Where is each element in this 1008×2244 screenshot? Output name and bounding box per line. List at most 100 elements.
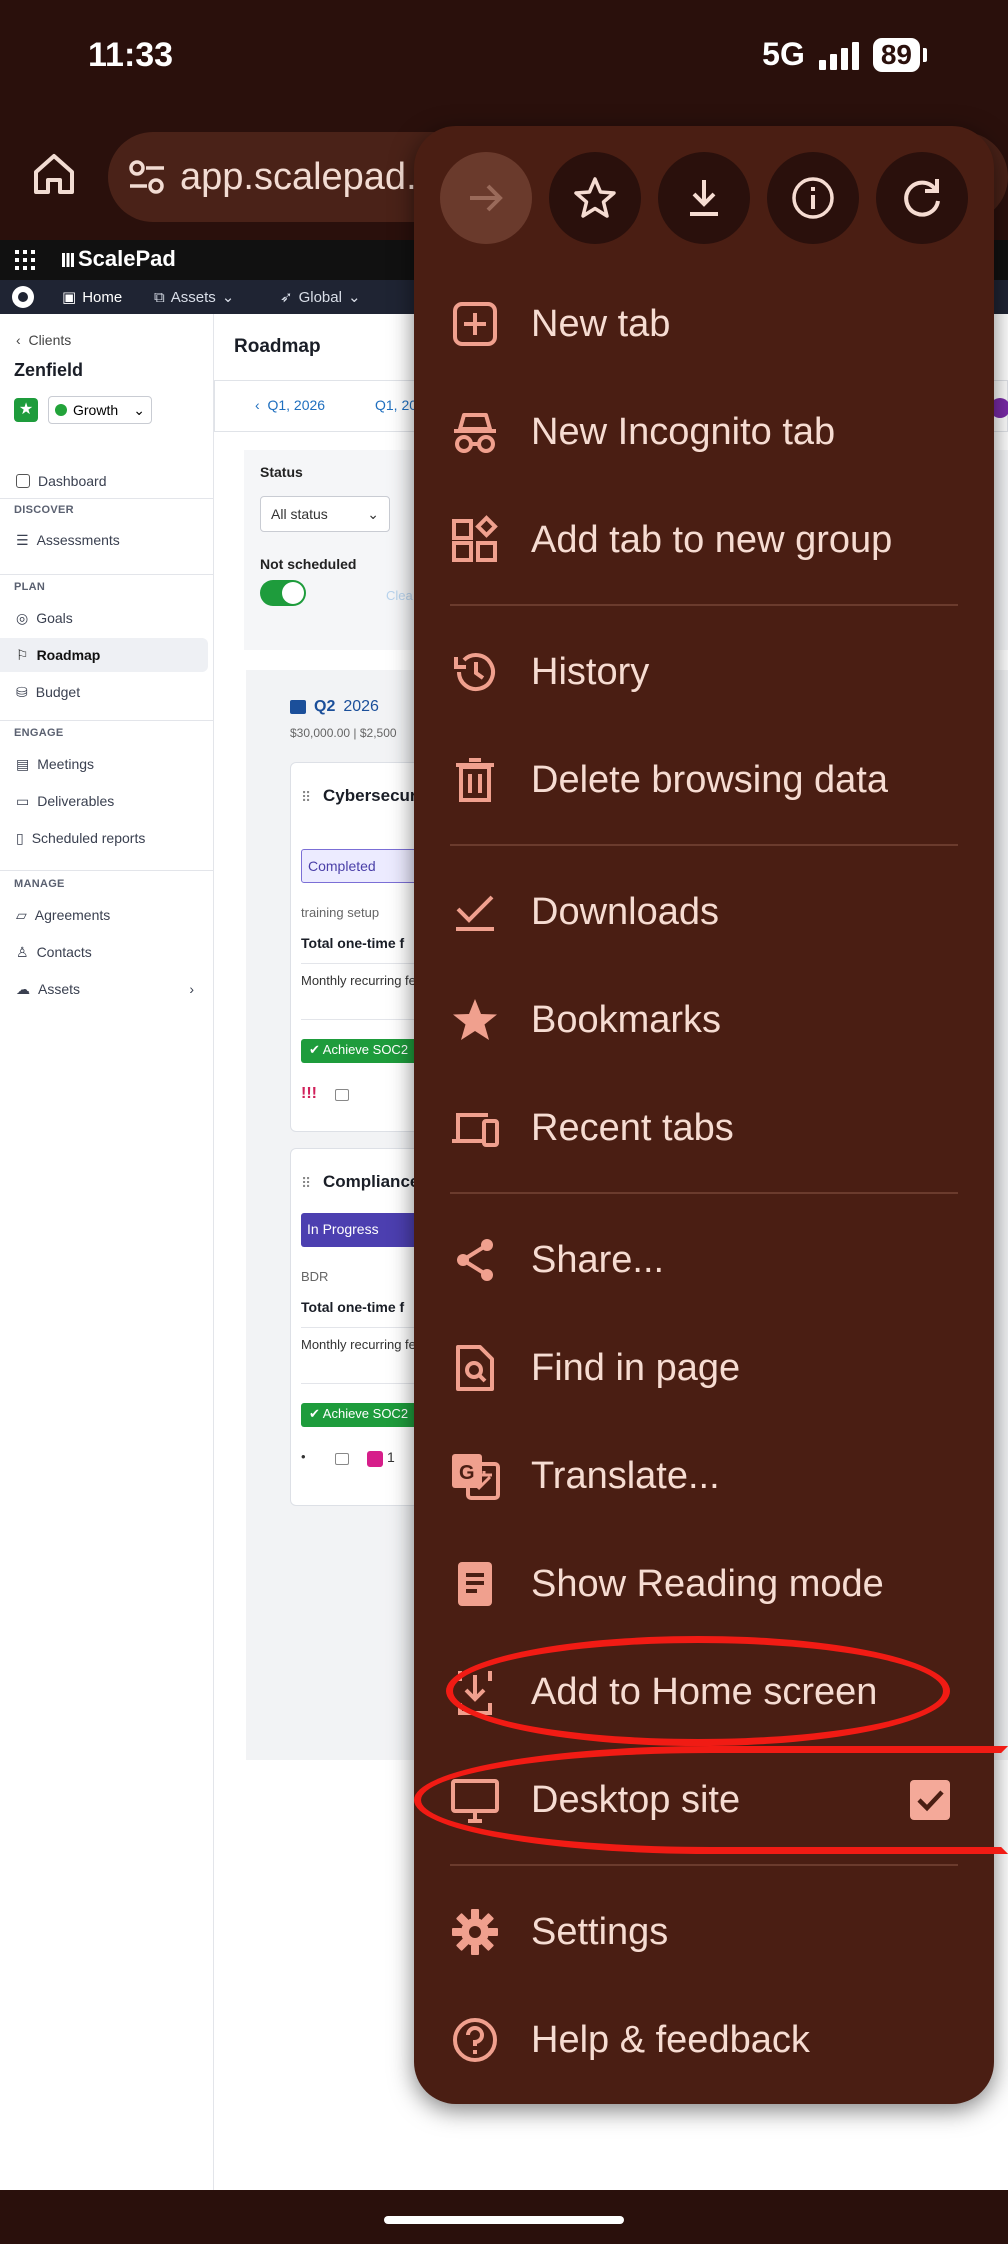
section-discover: DISCOVER bbox=[14, 504, 74, 516]
sidebar-item-assessments[interactable]: ☰ Assessments bbox=[0, 523, 208, 557]
menu-item-help-feedback[interactable]: Help & feedback bbox=[414, 1986, 994, 2094]
menu-item-label: Help & feedback bbox=[531, 2018, 810, 2061]
card-bullet: • bbox=[301, 1449, 306, 1464]
sidebar-item-meetings[interactable]: ▤ Meetings bbox=[0, 747, 208, 781]
back-label: Clients bbox=[28, 332, 72, 348]
nav-home-label: Home bbox=[82, 288, 123, 306]
sidebar-item-label: Assessments bbox=[36, 532, 120, 548]
not-scheduled-toggle[interactable] bbox=[260, 580, 306, 606]
prev-quarter-button[interactable]: ‹ Q1, 2026 bbox=[255, 397, 325, 413]
help-icon bbox=[453, 2018, 497, 2062]
home-gesture-handle[interactable] bbox=[384, 2216, 624, 2224]
status-filter-select[interactable]: All status ⌄ bbox=[260, 496, 390, 532]
app-logo-icon[interactable] bbox=[12, 286, 34, 308]
annotation-ellipse-add-to-home bbox=[446, 1636, 950, 1746]
menu-item-recent-tabs[interactable]: Recent tabs bbox=[414, 1074, 994, 1182]
sidebar-item-label: Assets bbox=[38, 981, 81, 997]
menu-item-delete-browsing-data[interactable]: Delete browsing data bbox=[414, 726, 994, 834]
navigation-bar bbox=[0, 2190, 1008, 2244]
comment-icon[interactable] bbox=[335, 1089, 349, 1101]
annotation-ellipse-desktop-site bbox=[414, 1746, 1008, 1854]
star-icon bbox=[574, 177, 616, 218]
report-icon: ▯ bbox=[16, 829, 24, 846]
info-icon bbox=[792, 177, 834, 219]
share-icon bbox=[457, 1239, 493, 1281]
rocket-icon: ➶ bbox=[280, 289, 293, 306]
forward-button[interactable] bbox=[440, 152, 532, 244]
menu-item-reading-mode[interactable]: Show Reading mode bbox=[414, 1530, 994, 1638]
menu-item-translate[interactable]: G Translate... bbox=[414, 1422, 994, 1530]
sidebar-item-label: Scheduled reports bbox=[31, 830, 146, 846]
menu-divider bbox=[450, 1864, 958, 1866]
drag-handle-icon[interactable]: ⠿ bbox=[301, 1175, 311, 1192]
site-settings-icon[interactable] bbox=[126, 156, 168, 198]
person-icon: ♙ bbox=[16, 943, 29, 960]
history-icon bbox=[454, 653, 495, 692]
sidebar-item-label: Contacts bbox=[36, 944, 92, 960]
divider bbox=[0, 720, 214, 721]
sidebar-item-budget[interactable]: ⛁ Budget bbox=[0, 675, 208, 709]
bookmark-button[interactable] bbox=[549, 152, 641, 244]
sidebar-item-deliverables[interactable]: ▭ Deliverables bbox=[0, 784, 208, 818]
sidebar-item-scheduled-reports[interactable]: ▯ Scheduled reports bbox=[0, 821, 208, 855]
integration-icon[interactable] bbox=[367, 1451, 383, 1467]
menu-item-label: Show Reading mode bbox=[531, 1562, 884, 1605]
battery-indicator: 89 bbox=[872, 37, 928, 72]
nav-home[interactable]: ▣ Home bbox=[62, 288, 123, 307]
menu-divider bbox=[450, 844, 958, 846]
quarter-summary: $30,000.00 | $2,500 bbox=[290, 726, 397, 740]
settings-icon bbox=[452, 1909, 498, 1955]
network-type: 5G bbox=[762, 36, 805, 72]
list-icon: ☰ bbox=[16, 531, 29, 548]
sidebar-item-goals[interactable]: ◎ Goals bbox=[0, 601, 208, 635]
quarter-year: 2026 bbox=[343, 698, 379, 715]
clear-filters-link[interactable]: Clea bbox=[386, 588, 413, 603]
sidebar-item-agreements[interactable]: ▱ Agreements bbox=[0, 898, 208, 932]
downloads-icon bbox=[456, 895, 494, 931]
svg-text:G: G bbox=[459, 1462, 475, 1484]
client-sidebar bbox=[0, 314, 214, 2190]
menu-item-label: New Incognito tab bbox=[531, 410, 836, 453]
nav-assets[interactable]: ⧉ Assets ⌄ bbox=[154, 288, 234, 307]
nav-global[interactable]: ➶ Global ⌄ bbox=[280, 288, 361, 307]
tier-star-icon: ★ bbox=[14, 398, 38, 422]
section-manage: MANAGE bbox=[14, 878, 65, 890]
comment-icon[interactable] bbox=[335, 1453, 349, 1465]
tier-select[interactable]: Growth ⌄ bbox=[48, 396, 152, 424]
menu-item-find-in-page[interactable]: Find in page bbox=[414, 1314, 994, 1422]
apps-grid-icon[interactable] bbox=[14, 249, 36, 271]
sidebar-item-roadmap[interactable]: ⚐ Roadmap bbox=[0, 638, 208, 672]
integration-count: 1 bbox=[387, 1449, 395, 1465]
status-time: 11:33 bbox=[88, 36, 174, 74]
menu-divider bbox=[450, 1192, 958, 1194]
divider bbox=[0, 574, 214, 575]
menu-item-new-tab[interactable]: New tab bbox=[414, 270, 994, 378]
reload-button[interactable] bbox=[876, 152, 968, 244]
menu-item-settings[interactable]: Settings bbox=[414, 1878, 994, 1986]
drag-handle-icon[interactable]: ⠿ bbox=[301, 789, 311, 806]
sidebar-item-assets[interactable]: ☁ Assets › bbox=[0, 972, 208, 1006]
sidebar-item-label: Roadmap bbox=[36, 647, 101, 663]
back-to-clients-link[interactable]: ‹ Clients bbox=[16, 332, 71, 348]
target-icon: ◎ bbox=[16, 609, 29, 626]
menu-item-add-tab-group[interactable]: Add tab to new group bbox=[414, 486, 994, 594]
card-meta: BDR bbox=[301, 1269, 329, 1284]
menu-item-new-incognito-tab[interactable]: New Incognito tab bbox=[414, 378, 994, 486]
menu-item-share[interactable]: Share... bbox=[414, 1206, 994, 1314]
menu-item-label: Bookmarks bbox=[531, 998, 722, 1041]
status-bar: 11:33 5G 89 bbox=[0, 0, 1008, 110]
menu-item-history[interactable]: History bbox=[414, 618, 994, 726]
quarter-link[interactable]: Q1, 20 bbox=[375, 397, 417, 413]
menu-item-downloads[interactable]: Downloads bbox=[414, 858, 994, 966]
menu-item-label: Translate... bbox=[531, 1454, 720, 1497]
sidebar-item-contacts[interactable]: ♙ Contacts bbox=[0, 935, 208, 969]
page-info-button[interactable] bbox=[767, 152, 859, 244]
calendar-icon bbox=[290, 700, 306, 714]
chevron-down-icon: ⌄ bbox=[367, 506, 379, 522]
home-icon[interactable] bbox=[30, 150, 78, 198]
sidebar-item-dashboard[interactable]: Dashboard bbox=[0, 464, 208, 498]
menu-item-bookmarks[interactable]: Bookmarks bbox=[414, 966, 994, 1074]
download-page-button[interactable] bbox=[658, 152, 750, 244]
agreement-icon: ▱ bbox=[16, 906, 27, 923]
sidebar-item-label: Goals bbox=[36, 610, 73, 626]
